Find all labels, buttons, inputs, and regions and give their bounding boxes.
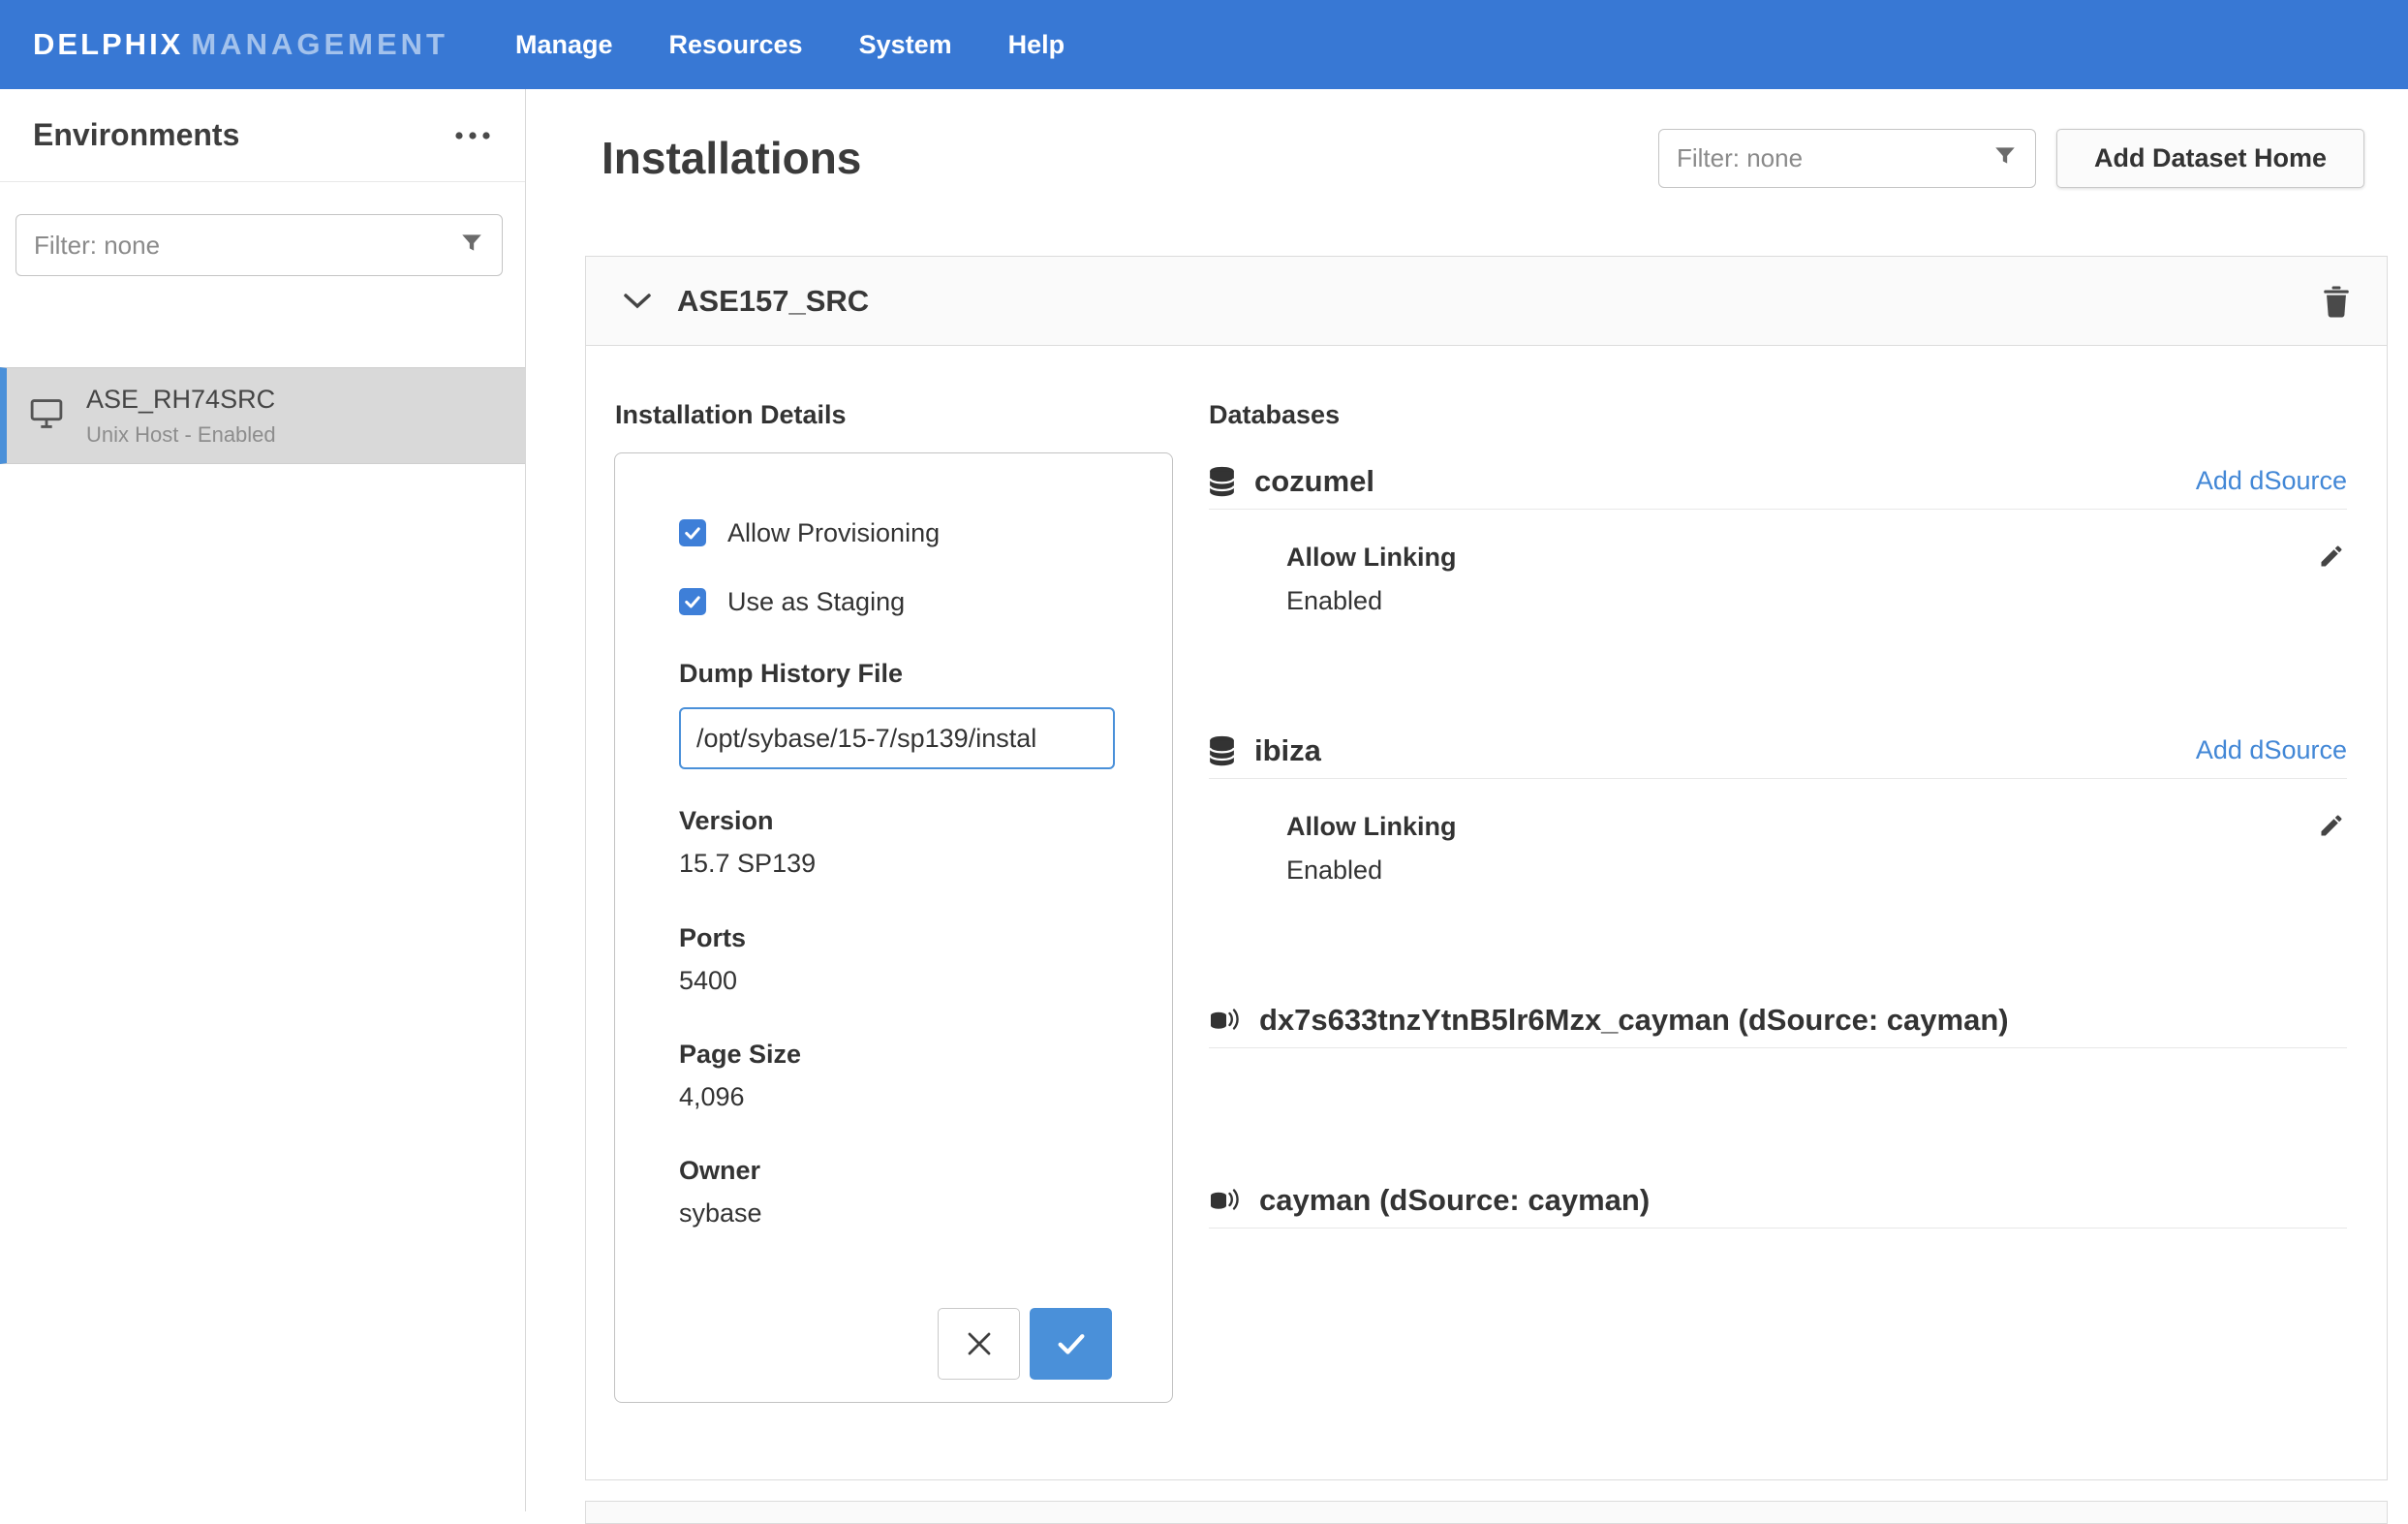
brand-primary: DELPHIX: [33, 27, 183, 61]
nav-help[interactable]: Help: [980, 0, 1094, 89]
dsource-database-icon: [1209, 1187, 1240, 1214]
nav-manage[interactable]: Manage: [487, 0, 641, 89]
installation-card-body: Installation Details Allow Provisioning …: [586, 346, 2387, 1480]
nav-resources[interactable]: Resources: [641, 0, 831, 89]
use-as-staging-checkbox[interactable]: [679, 588, 706, 615]
main-content: Installations Filter: none Add Dataset H…: [527, 89, 2408, 1511]
host-monitor-icon: [30, 398, 63, 434]
installation-card-header: ASE157_SRC: [586, 257, 2387, 346]
version-label: Version: [679, 806, 1112, 836]
top-nav-bar: DELPHIXMANAGEMENT Manage Resources Syste…: [0, 0, 2408, 89]
version-value: 15.7 SP139: [679, 849, 1112, 879]
dump-history-file-label: Dump History File: [679, 659, 1112, 689]
database-name: cozumel: [1254, 464, 1374, 499]
installation-details-heading: Installation Details: [615, 400, 847, 430]
installations-filter-placeholder: Filter: none: [1677, 143, 1992, 173]
environments-filter-placeholder: Filter: none: [34, 231, 459, 261]
database-name: dx7s633tnzYtnB5lr6Mzx_cayman (dSource: c…: [1259, 1003, 2009, 1038]
ports-value: 5400: [679, 966, 1112, 996]
allow-linking-value: Enabled: [1286, 855, 2347, 886]
environment-item-ase-rh74src[interactable]: ASE_RH74SRC Unix Host - Enabled: [0, 367, 525, 464]
chevron-down-icon[interactable]: [623, 293, 652, 310]
use-as-staging-label: Use as Staging: [727, 587, 905, 617]
nav-system[interactable]: System: [831, 0, 980, 89]
next-installation-card-edge: [585, 1501, 2388, 1524]
database-icon: [1209, 735, 1235, 766]
database-icon: [1209, 466, 1235, 497]
dump-history-file-input[interactable]: [679, 707, 1115, 769]
owner-value: sybase: [679, 1198, 1112, 1229]
confirm-button[interactable]: [1030, 1308, 1112, 1380]
allow-provisioning-label: Allow Provisioning: [727, 518, 940, 548]
delphix-logo: DELPHIXMANAGEMENT: [33, 27, 448, 62]
funnel-icon: [1992, 143, 2018, 173]
database-ibiza-details: Allow Linking Enabled: [1209, 812, 2347, 886]
edit-pencil-icon[interactable]: [2318, 812, 2345, 844]
brand-secondary: MANAGEMENT: [191, 27, 448, 61]
database-cozumel-details: Allow Linking Enabled: [1209, 543, 2347, 616]
add-dataset-home-button[interactable]: Add Dataset Home: [2056, 129, 2364, 188]
add-dsource-link[interactable]: Add dSource: [2196, 466, 2347, 496]
sidebar-title: Environments: [33, 117, 239, 153]
allow-linking-label: Allow Linking: [1286, 543, 2347, 573]
installation-card: ASE157_SRC Installation Details Allow Pr…: [585, 256, 2388, 1480]
database-name: ibiza: [1254, 733, 1321, 768]
database-name: cayman (dSource: cayman): [1259, 1183, 1650, 1218]
trash-icon[interactable]: [2323, 285, 2350, 318]
sidebar-header: Environments: [0, 89, 525, 182]
page-size-label: Page Size: [679, 1040, 1112, 1070]
top-nav-menu: Manage Resources System Help: [487, 0, 1093, 89]
installation-name: ASE157_SRC: [677, 284, 869, 319]
page-size-value: 4,096: [679, 1082, 1112, 1112]
edit-pencil-icon[interactable]: [2318, 543, 2345, 575]
allow-provisioning-row: Allow Provisioning: [679, 515, 1112, 550]
allow-provisioning-checkbox[interactable]: [679, 519, 706, 546]
ports-label: Ports: [679, 923, 1112, 953]
ellipsis-menu-icon[interactable]: [453, 130, 492, 141]
database-row-cozumel[interactable]: cozumel Add dSource: [1209, 453, 2347, 510]
allow-linking-label: Allow Linking: [1286, 812, 2347, 842]
funnel-icon: [459, 231, 484, 261]
dsource-database-icon: [1209, 1007, 1240, 1034]
environment-item-text: ASE_RH74SRC Unix Host - Enabled: [86, 385, 276, 448]
databases-heading: Databases: [1209, 400, 1340, 430]
installation-details-form: Allow Provisioning Use as Staging Dump H…: [614, 452, 1173, 1403]
environments-sidebar: Environments Filter: none ASE_RH74SRC Un…: [0, 89, 526, 1511]
cancel-button[interactable]: [938, 1308, 1020, 1380]
add-dsource-link[interactable]: Add dSource: [2196, 735, 2347, 765]
database-row-ibiza[interactable]: ibiza Add dSource: [1209, 723, 2347, 779]
details-form-actions: [679, 1308, 1112, 1380]
installations-filter-input[interactable]: Filter: none: [1658, 129, 2036, 188]
database-row-dx7s633-cayman[interactable]: dx7s633tnzYtnB5lr6Mzx_cayman (dSource: c…: [1209, 992, 2347, 1048]
databases-list: cozumel Add dSource Allow Linking Enable…: [1209, 453, 2347, 1229]
allow-linking-value: Enabled: [1286, 586, 2347, 616]
page-title: Installations: [602, 132, 861, 184]
owner-label: Owner: [679, 1156, 1112, 1186]
environment-name: ASE_RH74SRC: [86, 385, 276, 415]
environment-status: Unix Host - Enabled: [86, 422, 276, 448]
environments-filter-input[interactable]: Filter: none: [15, 214, 503, 276]
database-row-cayman[interactable]: cayman (dSource: cayman): [1209, 1172, 2347, 1229]
use-as-staging-row: Use as Staging: [679, 584, 1112, 619]
